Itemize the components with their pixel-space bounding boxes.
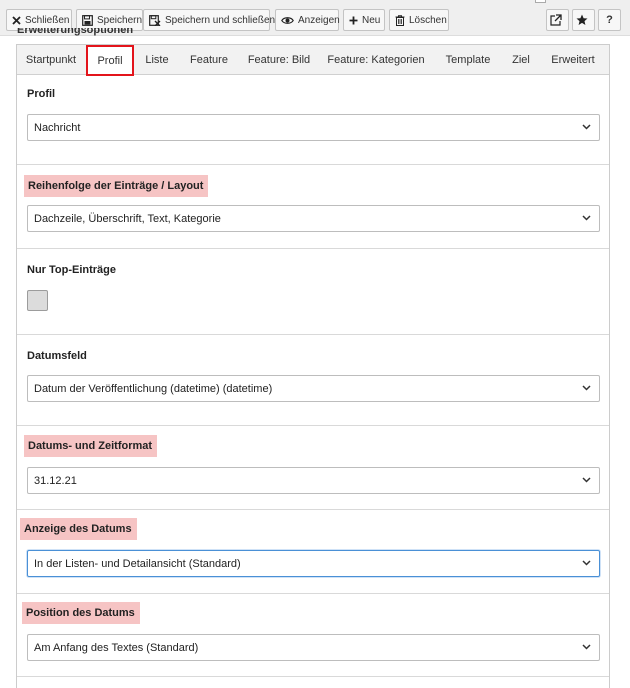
delete-button[interactable]: Löschen bbox=[389, 9, 449, 31]
chevron-down-icon bbox=[582, 385, 591, 391]
new-button-label: Neu bbox=[362, 14, 381, 26]
date-format-label: Datums- und Zeitformat bbox=[24, 435, 158, 457]
profile-label: Profil bbox=[27, 88, 56, 100]
order-field: Reihenfolge der Einträge / Layout Dachze… bbox=[17, 165, 609, 249]
star-icon bbox=[576, 14, 587, 25]
open-external-button[interactable] bbox=[546, 9, 569, 31]
view-button-label: Anzeigen bbox=[298, 14, 340, 26]
save-button-label: Speichern bbox=[97, 14, 143, 26]
date-display-field: Anzeige des Datums In der Listen- und De… bbox=[17, 510, 609, 594]
date-position-select[interactable]: Am Anfang des Textes (Standard) bbox=[27, 634, 600, 661]
favorite-button[interactable] bbox=[572, 9, 595, 31]
eye-icon bbox=[281, 16, 294, 24]
profile-select[interactable]: Nachricht bbox=[27, 114, 600, 141]
order-select[interactable]: Dachzeile, Überschrift, Text, Kategorie bbox=[27, 205, 600, 232]
section-title-text: Erweiterungsoptionen bbox=[17, 28, 134, 36]
new-button[interactable]: Neu bbox=[343, 9, 385, 31]
save-close-icon bbox=[149, 14, 161, 26]
chevron-down-icon bbox=[582, 124, 591, 130]
chevron-down-icon bbox=[582, 477, 591, 483]
profile-select-value: Nachricht bbox=[34, 121, 81, 134]
date-display-label: Anzeige des Datums bbox=[20, 518, 137, 540]
date-format-select[interactable]: 31.12.21 bbox=[27, 467, 600, 494]
tab-startpunkt[interactable]: Startpunkt bbox=[17, 45, 85, 75]
tab-template[interactable]: Template bbox=[437, 45, 499, 75]
chevron-down-icon bbox=[582, 644, 591, 650]
chevron-down-icon bbox=[582, 215, 591, 221]
date-field-select-value: Datum der Veröffentlichung (datetime) (d… bbox=[34, 382, 273, 395]
date-format-field: Datums- und Zeitformat 31.12.21 bbox=[17, 426, 609, 510]
view-button[interactable]: Anzeigen bbox=[275, 9, 340, 31]
profile-panel: Startpunkt Profil Liste Feature Feature:… bbox=[16, 44, 610, 688]
order-select-value: Dachzeile, Überschrift, Text, Kategorie bbox=[34, 212, 221, 225]
top-entries-checkbox[interactable] bbox=[27, 290, 48, 311]
date-display-select[interactable]: In der Listen- und Detailansicht (Standa… bbox=[27, 550, 600, 577]
plus-icon bbox=[349, 16, 358, 24]
section-title: Erweiterungsoptionen bbox=[17, 28, 217, 40]
trash-icon bbox=[395, 14, 405, 26]
close-icon bbox=[12, 15, 21, 25]
tab-feature-kategorien[interactable]: Feature: Kategorien bbox=[325, 45, 427, 75]
help-icon: ? bbox=[606, 14, 613, 26]
order-label: Reihenfolge der Einträge / Layout bbox=[24, 175, 209, 197]
window-corner bbox=[535, 0, 546, 3]
tab-feature[interactable]: Feature bbox=[185, 45, 233, 75]
help-button[interactable]: ? bbox=[598, 9, 621, 31]
date-position-field: Position des Datums Am Anfang des Textes… bbox=[17, 594, 609, 677]
save-close-button-label: Speichern und schließen bbox=[165, 14, 276, 26]
profile-field: Profil Nachricht bbox=[17, 76, 609, 165]
top-entries-field: Nur Top-Einträge bbox=[17, 249, 609, 335]
date-display-select-value: In der Listen- und Detailansicht (Standa… bbox=[34, 557, 241, 570]
close-button-label: Schließen bbox=[25, 14, 70, 26]
tab-ziel[interactable]: Ziel bbox=[507, 45, 535, 75]
save-icon bbox=[82, 14, 93, 26]
tab-feature-bild[interactable]: Feature: Bild bbox=[243, 45, 315, 75]
tab-erweitert[interactable]: Erweitert bbox=[547, 45, 599, 75]
tab-profil[interactable]: Profil bbox=[86, 45, 134, 76]
delete-button-label: Löschen bbox=[409, 14, 447, 26]
top-entries-label: Nur Top-Einträge bbox=[27, 264, 117, 276]
date-position-label: Position des Datums bbox=[22, 602, 140, 624]
chevron-down-icon bbox=[582, 560, 591, 566]
tab-liste[interactable]: Liste bbox=[137, 45, 177, 75]
date-format-select-value: 31.12.21 bbox=[34, 474, 77, 487]
tab-bar: Startpunkt Profil Liste Feature Feature:… bbox=[17, 45, 609, 76]
date-field: Datumsfeld Datum der Veröffentlichung (d… bbox=[17, 335, 609, 426]
external-link-icon bbox=[549, 14, 562, 26]
date-field-label: Datumsfeld bbox=[27, 350, 87, 362]
date-position-select-value: Am Anfang des Textes (Standard) bbox=[34, 641, 199, 654]
date-field-select[interactable]: Datum der Veröffentlichung (datetime) (d… bbox=[27, 375, 600, 402]
